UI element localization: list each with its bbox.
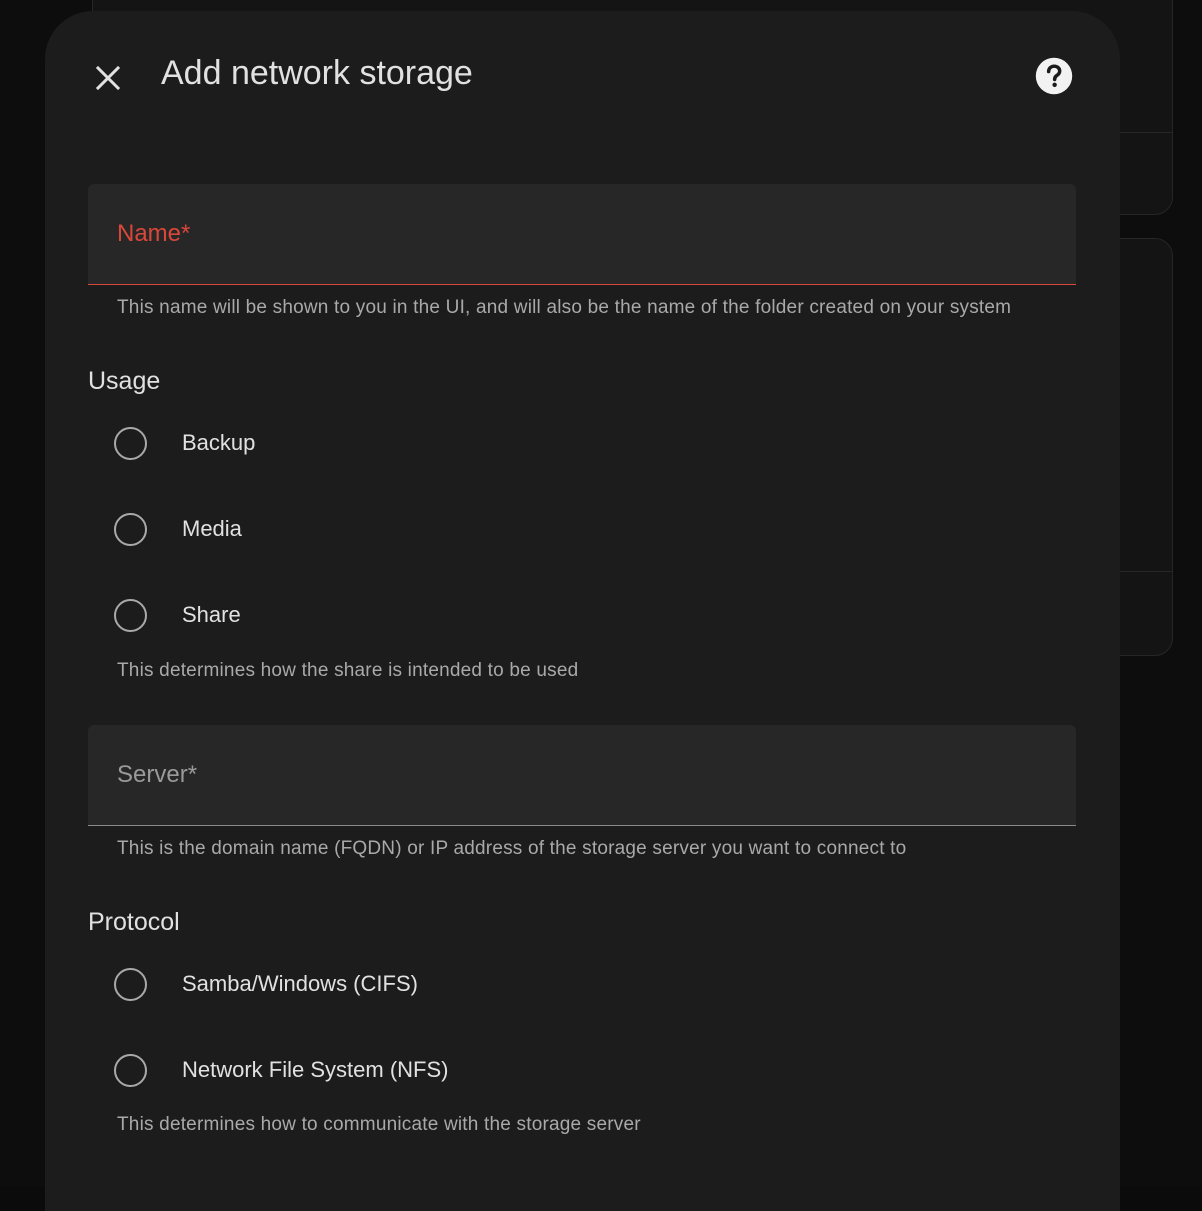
server-field[interactable]: Server* <box>88 725 1076 826</box>
radio-label: Network File System (NFS) <box>182 1057 449 1082</box>
dialog-title: Add network storage <box>161 54 473 92</box>
usage-section-title: Usage <box>88 367 161 395</box>
radio-label: Backup <box>182 430 256 455</box>
radio-label: Media <box>182 516 242 541</box>
close-icon <box>95 65 121 91</box>
radio-button-circle[interactable] <box>114 1053 147 1087</box>
radio-usage-backup[interactable]: Backup <box>108 419 255 467</box>
help-button[interactable] <box>1030 52 1078 100</box>
name-helper-text: This name will be shown to you in the UI… <box>117 297 1012 318</box>
radio-protocol-cifs[interactable]: Samba/Windows (CIFS) <box>108 960 418 1008</box>
help-circle-icon <box>1035 57 1073 95</box>
server-helper-text: This is the domain name (FQDN) or IP add… <box>117 838 907 859</box>
usage-helper-text: This determines how the share is intende… <box>117 660 579 681</box>
radio-usage-share[interactable]: Share <box>108 591 241 639</box>
name-field[interactable]: Name* <box>88 184 1076 285</box>
radio-label: Share <box>182 602 241 627</box>
radio-protocol-nfs[interactable]: Network File System (NFS) <box>108 1046 448 1094</box>
radio-label: Samba/Windows (CIFS) <box>182 971 418 996</box>
radio-button-circle[interactable] <box>114 512 147 546</box>
name-field-underline <box>88 284 1076 285</box>
radio-button-circle[interactable] <box>114 426 147 460</box>
close-button[interactable] <box>84 54 132 102</box>
radio-button-circle[interactable] <box>114 967 147 1001</box>
server-field-underline <box>88 825 1076 826</box>
server-field-label: Server* <box>117 761 198 788</box>
radio-usage-media[interactable]: Media <box>108 505 242 553</box>
name-field-label: Name* <box>117 220 191 247</box>
radio-button-circle[interactable] <box>114 598 147 632</box>
protocol-section-title: Protocol <box>88 908 180 936</box>
protocol-helper-text: This determines how to communicate with … <box>117 1114 641 1135</box>
